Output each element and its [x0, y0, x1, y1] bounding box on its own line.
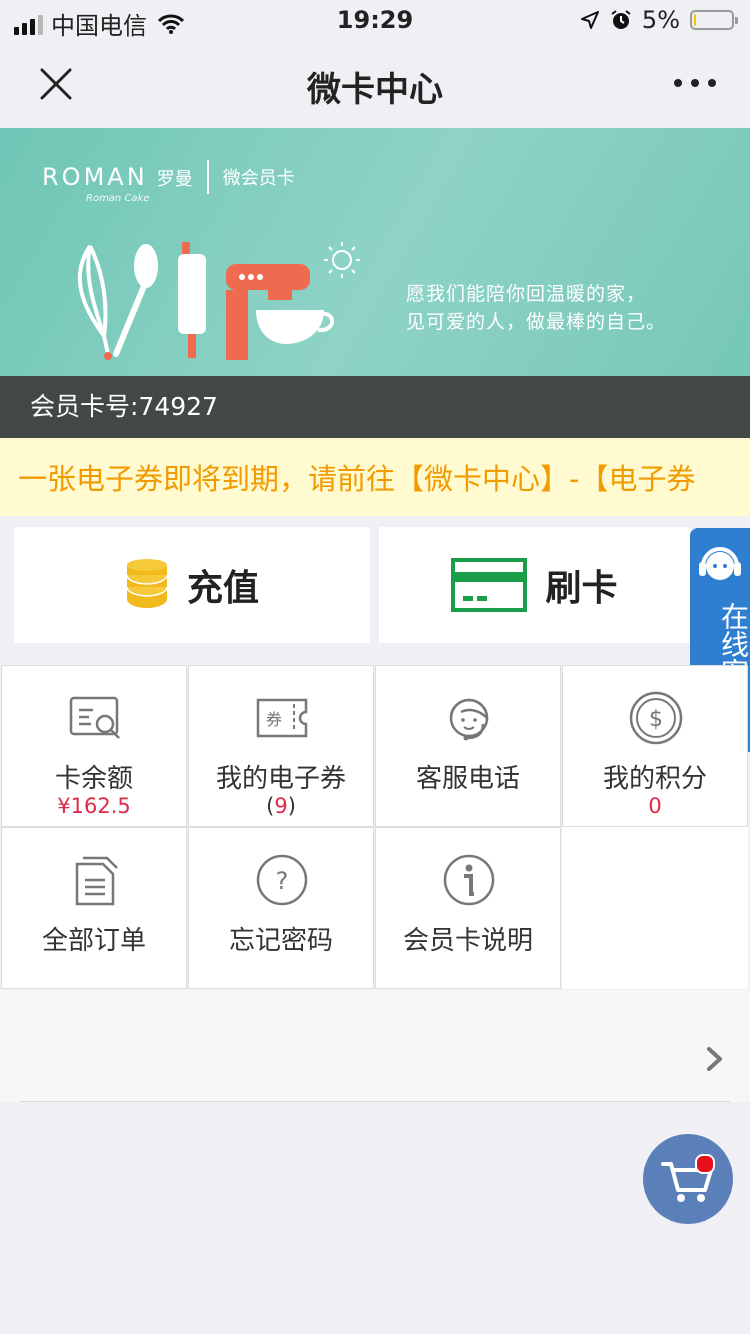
grid-item-forgot-password[interactable]: ? 忘记密码	[188, 827, 374, 989]
headset-icon	[699, 547, 741, 580]
svg-text:$: $	[649, 707, 663, 732]
notice-marquee[interactable]: 一张电子券即将到期，请前往【微卡中心】-【电子券	[0, 438, 750, 516]
brand-name: ROMAN	[42, 163, 148, 191]
coupon-icon: 券	[256, 698, 308, 738]
brand-divider	[206, 160, 209, 194]
recharge-button[interactable]: 充值	[14, 527, 370, 643]
status-right: 5%	[580, 6, 738, 34]
brand-logo: ROMAN 罗曼 Roman Cake 微会员卡	[42, 160, 295, 204]
spoon-icon	[113, 244, 158, 357]
card-number: 会员卡号:74927	[0, 376, 750, 438]
paren-close: )	[287, 794, 296, 818]
coupons-count-wrap: (9)	[189, 794, 373, 818]
slogan-line-1: 愿我们能陪你回温暖的家，	[406, 283, 647, 305]
swipe-label: 刷卡	[545, 568, 618, 609]
card-balance-icon	[69, 696, 120, 739]
brand-sub: Roman Cake	[86, 193, 150, 204]
points-value: 0	[648, 794, 662, 818]
document-icon	[75, 856, 118, 906]
orders-label: 全部订单	[41, 926, 146, 956]
card-type: 微会员卡	[222, 168, 295, 189]
whisk-icon	[77, 244, 110, 355]
points-label: 我的积分	[602, 764, 707, 794]
svg-text:券: 券	[266, 710, 282, 729]
coupons-label: 我的电子券	[215, 764, 346, 794]
grid-item-balance[interactable]: 卡余额 ¥162.5	[1, 665, 187, 827]
balance-value: ¥162.5	[57, 794, 131, 818]
mixer-icon	[226, 264, 334, 360]
divider	[20, 1101, 730, 1102]
more-icon[interactable]	[670, 68, 720, 98]
forgot-password-label: 忘记密码	[228, 926, 333, 956]
link-row[interactable]	[0, 990, 750, 1102]
info-icon	[443, 854, 495, 906]
slogan: 愿我们能陪你回温暖的家， 见可爱的人，做最棒的自己。	[406, 280, 666, 336]
battery-fill	[694, 14, 696, 26]
slogan-line-2: 见可爱的人，做最棒的自己。	[406, 311, 667, 333]
status-bar: 中国电信 19:29 5%	[0, 0, 750, 40]
recharge-label: 充值	[186, 568, 259, 609]
grid-item-points[interactable]: $ 我的积分 0	[562, 665, 748, 827]
grid-item-card-info[interactable]: 会员卡说明	[375, 827, 561, 989]
balance-label: 卡余额	[54, 764, 133, 794]
battery-icon	[690, 10, 738, 30]
nav-bar: 微卡中心	[0, 40, 750, 128]
notice-text: 一张电子券即将到期，请前往【微卡中心】-【电子券	[18, 462, 696, 496]
customer-service-icon	[449, 698, 489, 741]
svg-text:?: ?	[276, 867, 289, 895]
dollar-coin-icon: $	[629, 691, 683, 745]
card-info-label: 会员卡说明	[402, 926, 533, 956]
chevron-right-icon[interactable]	[702, 1044, 728, 1074]
brand-cn: 罗曼	[156, 169, 193, 190]
member-card-banner: ROMAN 罗曼 Roman Cake 微会员卡 愿我们能陪你回温暖的家， 见可…	[0, 128, 750, 438]
coupons-count: 9	[274, 794, 288, 818]
grid-item-service-phone[interactable]: 客服电话	[375, 665, 561, 827]
coins-icon	[126, 559, 168, 608]
card-icon	[451, 558, 528, 612]
service-phone-label: 客服电话	[415, 764, 520, 794]
grid-item-empty	[562, 827, 748, 989]
battery-percent: 5%	[641, 6, 680, 34]
baking-tools-illustration	[77, 242, 360, 360]
alarm-icon	[611, 10, 631, 29]
swipe-card-button[interactable]: 刷卡	[379, 527, 690, 643]
sun-icon	[324, 242, 360, 278]
location-arrow-icon	[580, 11, 599, 29]
page-title: 微卡中心	[307, 70, 443, 110]
cart-badge-dot	[695, 1154, 715, 1174]
grid-item-orders[interactable]: 全部订单	[1, 827, 187, 989]
menu-grid: 卡余额 ¥162.5 券 我的电子券 (9) 客服电话 $ 我的积分 0 全部订…	[0, 664, 750, 990]
shopping-cart-icon	[661, 1162, 713, 1202]
question-icon: ?	[256, 854, 308, 906]
grid-item-coupons[interactable]: 券 我的电子券 (9)	[188, 665, 374, 827]
cart-button[interactable]	[643, 1134, 733, 1224]
rolling-pin-icon	[178, 242, 206, 358]
